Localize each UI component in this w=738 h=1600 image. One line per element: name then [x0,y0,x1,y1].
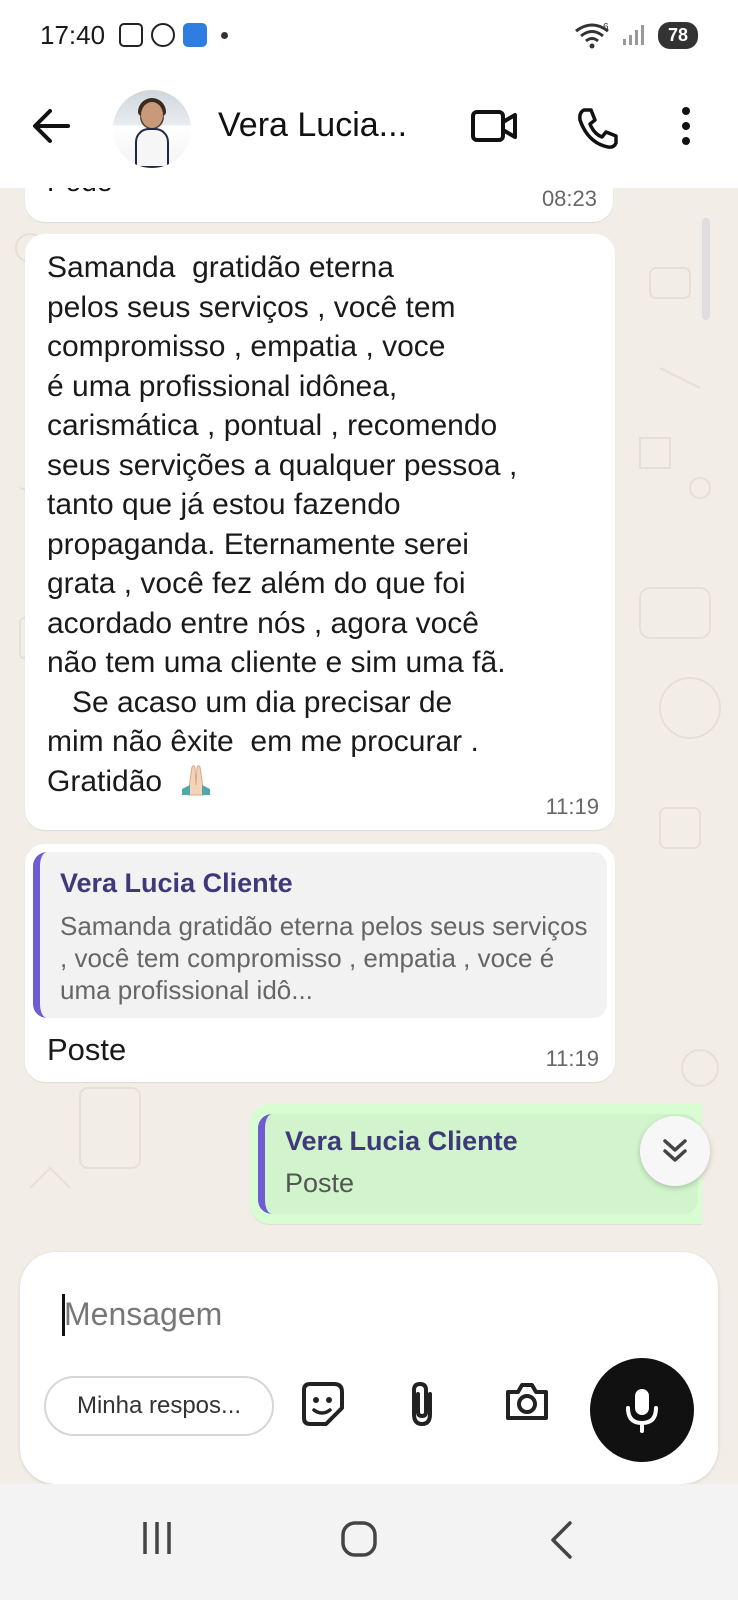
message-text: Samanda gratidão eterna pelos seus servi… [47,251,518,798]
scrollbar[interactable] [702,218,710,320]
message-time: 08:23 [541,188,597,211]
message-time: 11:19 [545,1046,599,1071]
svg-text:6: 6 [603,22,609,33]
status-time: 17:40 [40,19,106,50]
message-text: Poste [47,1032,127,1067]
more-notifications-dot-icon [221,31,229,39]
double-chevron-down-icon [663,1139,687,1162]
battery-indicator: 78 [657,21,698,49]
back-arrow-icon[interactable] [30,106,72,146]
notification-icons [119,23,229,47]
quick-reply-button[interactable]: Minha respos... [44,1376,274,1436]
video-call-icon[interactable] [470,106,518,146]
compose-box: Minha respos... [20,1252,718,1484]
message-bubble-partial[interactable]: Pode 08:23 [25,188,613,222]
recent-apps-icon[interactable] [140,1520,174,1556]
scroll-to-bottom-button[interactable] [640,1116,710,1186]
quoted-author: Vera Lucia Cliente [60,868,293,898]
quoted-text: Samanda gratidão eterna pelos seus servi… [60,911,588,1005]
attach-icon[interactable] [406,1380,438,1428]
message-time: 11:19 [545,794,599,819]
microphone-icon [626,1389,658,1433]
message-text: Pode [47,188,112,198]
more-options-icon[interactable] [680,106,692,146]
contact-avatar[interactable] [113,90,191,168]
chat-header: Vera Lucia... [0,70,738,188]
outgoing-reply-preview[interactable]: Vera Lucia Cliente Poste [250,1104,702,1224]
quoted-text: Poste [285,1168,355,1198]
message-bubble-long[interactable]: Samanda gratidão eterna pelos seus servi… [25,234,615,830]
signal-icon [622,25,644,45]
status-right: 6 78 [572,21,698,49]
camera-icon[interactable] [504,1380,550,1422]
screenshot-notification-icon [119,23,144,47]
sticker-icon[interactable] [298,1380,346,1428]
voice-call-icon[interactable] [576,106,618,150]
whatsapp-notification-icon [151,23,176,47]
message-input[interactable] [64,1288,584,1340]
quoted-message[interactable]: Vera Lucia Cliente Samanda gratidão eter… [33,852,607,1018]
message-bubble-reply[interactable]: Vera Lucia Cliente Samanda gratidão eter… [25,844,615,1082]
home-icon[interactable] [340,1520,378,1558]
voice-message-button[interactable] [590,1358,694,1462]
quoted-author: Vera Lucia Cliente [285,1126,518,1156]
status-bar: 17:40 6 78 [0,0,738,70]
praying-hands-icon [182,764,211,795]
wifi-icon: 6 [575,22,609,49]
quoted-message[interactable]: Vera Lucia Cliente Poste [258,1114,698,1214]
contact-name[interactable]: Vera Lucia... [218,106,407,145]
system-nav-bar [0,1484,738,1600]
app-notification-icon [183,23,208,47]
back-nav-icon[interactable] [548,1520,574,1560]
